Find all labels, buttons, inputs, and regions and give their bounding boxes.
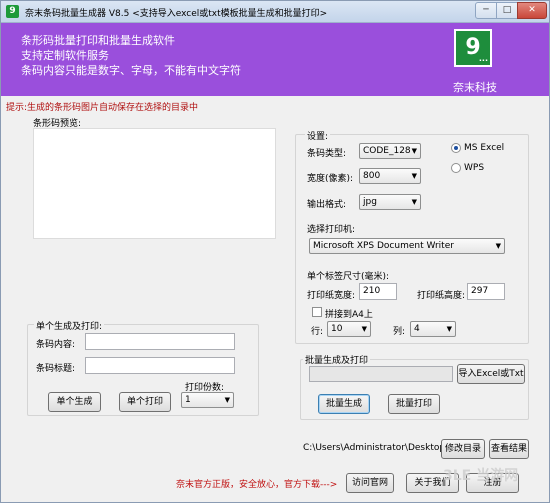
site-watermark: 3LE 当游网 [443, 468, 519, 484]
maximize-button[interactable]: □ [496, 2, 518, 19]
visit-site-button[interactable]: 访问官网 [346, 473, 394, 493]
output-path: C:\Users\Administrator\Desktop [303, 443, 446, 453]
content-label: 条码内容: [36, 340, 76, 350]
chevron-down-icon: ▼ [361, 325, 367, 333]
header-banner: 条形码批量打印和批量生成软件 支持定制软件服务 条码内容只能是数字、字母，不能有… [1, 23, 549, 96]
barcode-preview [33, 128, 276, 239]
official-notice: 奈末官方正版，安全放心，官方下载---> [176, 480, 338, 490]
wps-radio[interactable] [451, 163, 461, 173]
chevron-down-icon: ▼ [495, 242, 501, 250]
rows-label: 行: [311, 327, 324, 337]
width-select[interactable]: 800 ▼ [359, 168, 421, 184]
copies-select[interactable]: 1 ▼ [181, 392, 234, 408]
banner-text: 条形码批量打印和批量生成软件 支持定制软件服务 条码内容只能是数字、字母，不能有… [21, 33, 241, 78]
rows-value: 10 [331, 324, 343, 334]
save-hint: 提示:生成的条形码图片自动保存在选择的目录中 [6, 103, 199, 113]
title-bar: 9 奈末条码批量生成器 V8.5 <支持导入excel或txt模板批量生成和批量… [1, 1, 549, 23]
paper-width-input[interactable]: 210 [359, 283, 397, 300]
single-print-button[interactable]: 单个打印 [119, 392, 171, 412]
printer-value: Microsoft XPS Document Writer [313, 241, 454, 251]
batch-group-label: 批量生成及打印 [303, 353, 371, 366]
tile-a4-label: 拼接到A4上 [325, 310, 373, 320]
batch-generate-button[interactable]: 批量生成 [318, 394, 370, 414]
wps-radio-label: WPS [464, 163, 485, 173]
barcode-type-value: CODE_128 [363, 146, 411, 156]
view-results-button[interactable]: 查看结果 [489, 439, 529, 459]
company-logo: 9 ... [454, 29, 492, 67]
excel-radio-label: MS Excel [464, 143, 505, 153]
banner-line-2: 支持定制软件服务 [21, 49, 109, 62]
barcode-content-input[interactable] [85, 333, 235, 350]
chevron-down-icon: ▼ [411, 198, 417, 206]
rows-select[interactable]: 10 ▼ [327, 321, 371, 337]
copies-value: 1 [185, 395, 191, 405]
paper-height-label: 打印纸高度: [417, 291, 466, 301]
window-title: 奈末条码批量生成器 V8.5 <支持导入excel或txt模板批量生成和批量打印… [25, 9, 328, 19]
width-value: 800 [363, 171, 381, 181]
logo-dots: ... [478, 54, 488, 63]
single-group-label: 单个生成及打印: [34, 319, 105, 332]
label-size-heading: 单个标签尺寸(毫米): [307, 272, 390, 282]
width-label: 宽度(像素): [307, 174, 354, 184]
excel-radio[interactable] [451, 143, 461, 153]
chevron-down-icon: ▼ [411, 172, 417, 180]
barcode-title-input[interactable] [85, 357, 235, 374]
type-label: 条码类型: [307, 149, 347, 159]
single-generate-button[interactable]: 单个生成 [48, 392, 101, 412]
close-button[interactable]: ✕ [517, 2, 547, 19]
banner-line-3: 条码内容只能是数字、字母，不能有中文字符 [21, 64, 241, 77]
batch-file-field[interactable] [309, 366, 453, 382]
batch-print-button[interactable]: 批量打印 [388, 394, 440, 414]
app-window: 9 奈末条码批量生成器 V8.5 <支持导入excel或txt模板批量生成和批量… [0, 0, 550, 503]
tile-a4-checkbox[interactable] [312, 307, 322, 317]
cols-label: 列: [393, 327, 406, 337]
app-icon: 9 [6, 5, 19, 18]
printer-label: 选择打印机: [307, 225, 356, 235]
format-label: 输出格式: [307, 200, 347, 210]
minimize-button[interactable]: ─ [475, 2, 497, 19]
settings-group-label: 设置: [305, 129, 331, 142]
chevron-down-icon: ▼ [224, 396, 230, 404]
paper-height-input[interactable]: 297 [467, 283, 505, 300]
chevron-down-icon: ▼ [411, 147, 417, 155]
company-name: 奈末科技 [453, 81, 497, 94]
import-button[interactable]: 导入Excel或Txt [457, 364, 525, 384]
title-label: 条码标题: [36, 364, 76, 374]
change-dir-button[interactable]: 修改目录 [441, 439, 485, 459]
printer-select[interactable]: Microsoft XPS Document Writer ▼ [309, 238, 505, 254]
output-format-select[interactable]: jpg ▼ [359, 194, 421, 210]
cols-select[interactable]: 4 ▼ [410, 321, 456, 337]
barcode-type-select[interactable]: CODE_128 ▼ [359, 143, 421, 159]
cols-value: 4 [414, 324, 420, 334]
chevron-down-icon: ▼ [446, 325, 452, 333]
output-format-value: jpg [363, 197, 377, 207]
paper-width-label: 打印纸宽度: [307, 291, 356, 301]
banner-line-1: 条形码批量打印和批量生成软件 [21, 34, 175, 47]
